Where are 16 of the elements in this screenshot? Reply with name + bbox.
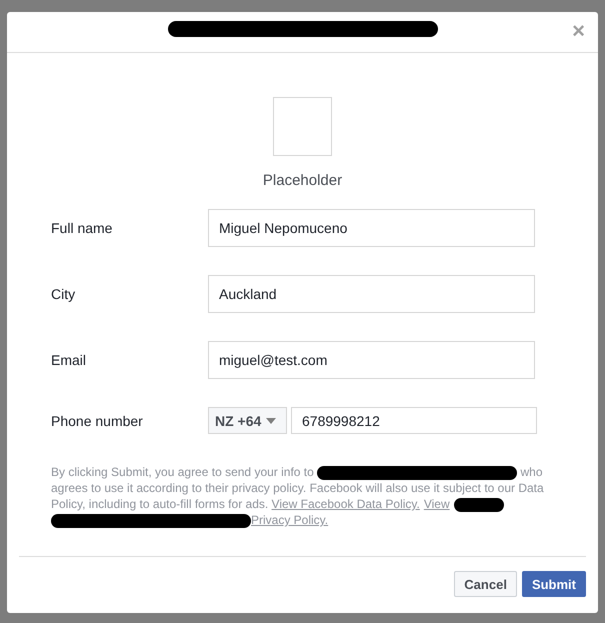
input-field[interactable]: Miguel Nepomuceno bbox=[208, 209, 535, 247]
field-label: Email bbox=[51, 352, 88, 368]
caret-icon bbox=[266, 418, 276, 424]
redaction-mark bbox=[454, 498, 504, 512]
country-code-select[interactable]: NZ +64 bbox=[208, 407, 287, 434]
disclaimer-text: By clicking Submit, you agree to send your info to who agrees to use it according to their privacy policy. Facebook will also use it subject to our Data Policy, including to auto-fill forms for ads. View Facebook Data Policy. View Privacy Policy. bbox=[51, 464, 545, 528]
input-field[interactable]: miguel@test.com bbox=[208, 341, 535, 379]
field-label: Full name bbox=[51, 220, 114, 236]
image-caption: Placeholder bbox=[262, 172, 344, 189]
input-field[interactable]: Auckland bbox=[208, 275, 535, 313]
phone-field[interactable]: 6789998212 bbox=[291, 407, 537, 434]
cancel-button[interactable]: Cancel bbox=[454, 571, 517, 597]
field-label: Phone number bbox=[51, 412, 144, 428]
image-placeholder bbox=[273, 97, 332, 156]
submit-button[interactable]: Submit bbox=[522, 571, 586, 597]
field-label: City bbox=[51, 286, 76, 302]
